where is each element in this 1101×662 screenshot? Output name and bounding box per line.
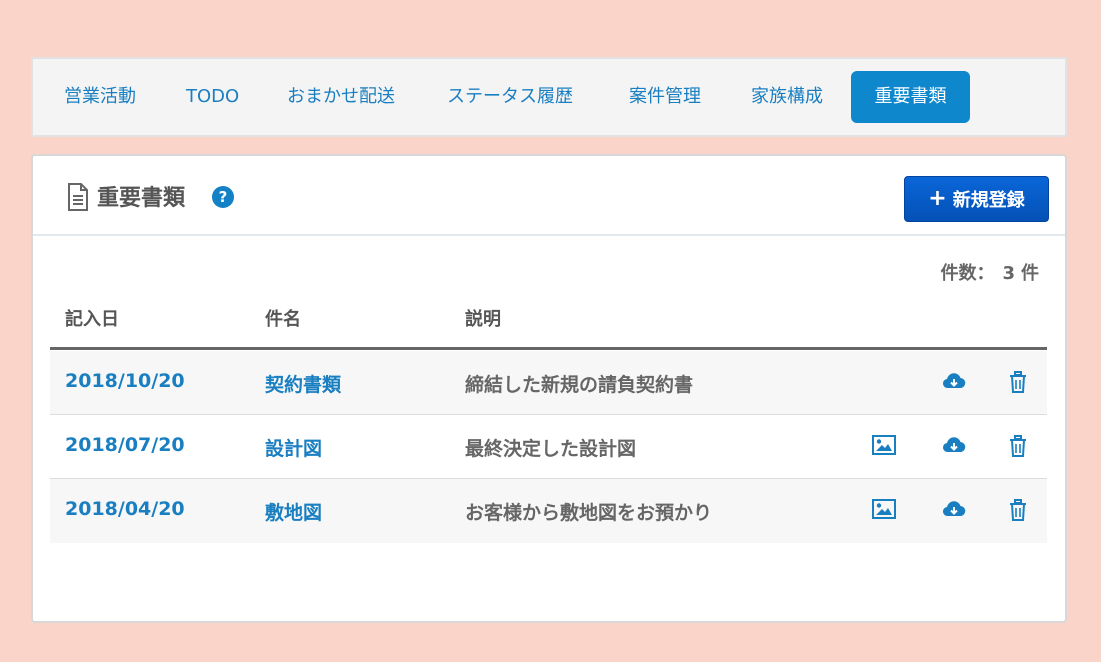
- tab-todo[interactable]: TODO: [165, 71, 260, 123]
- cloud-download-icon[interactable]: [942, 371, 966, 393]
- new-registration-label: 新規登録: [952, 190, 1025, 211]
- column-header-date: 記入日: [65, 309, 119, 330]
- count-value: 3: [1002, 263, 1015, 284]
- cloud-download-icon[interactable]: [942, 435, 966, 457]
- documents-panel: 重要書類 ? + 新規登録 件数： 3 件 記入日 件名 説明 2018/10/20…: [31, 154, 1067, 623]
- tab-project-management[interactable]: 案件管理: [608, 71, 722, 123]
- count-label: 件数：: [940, 263, 995, 284]
- column-header-description: 説明: [465, 309, 501, 330]
- tab-family-structure[interactable]: 家族構成: [730, 71, 844, 123]
- image-icon[interactable]: [872, 499, 896, 521]
- tab-bar: 営業活動 TODO おまかせ配送 ステータス履歴 案件管理 家族構成 重要書類: [31, 57, 1067, 137]
- table-header: 記入日 件名 説明: [50, 294, 1047, 350]
- row-date[interactable]: 2018/10/20: [65, 370, 185, 392]
- row-date[interactable]: 2018/07/20: [65, 434, 185, 456]
- record-count: 件数： 3 件: [940, 259, 1039, 285]
- trash-icon[interactable]: [1008, 435, 1032, 457]
- row-subject-link[interactable]: 設計図: [265, 434, 322, 461]
- trash-icon[interactable]: [1008, 371, 1032, 393]
- row-date[interactable]: 2018/04/20: [65, 498, 185, 520]
- panel-header: 重要書類 ? + 新規登録: [33, 156, 1065, 236]
- table-row: 2018/04/20 敷地図 お客様から敷地図をお預かり: [50, 479, 1047, 543]
- column-header-subject: 件名: [265, 309, 301, 330]
- tab-important-documents[interactable]: 重要書類: [851, 71, 970, 123]
- tab-sales-activity[interactable]: 営業活動: [43, 71, 157, 123]
- tab-status-history[interactable]: ステータス履歴: [426, 71, 594, 123]
- image-icon[interactable]: [872, 435, 896, 457]
- row-description: 最終決定した設計図: [465, 438, 637, 460]
- trash-icon[interactable]: [1008, 499, 1032, 521]
- plus-icon: +: [928, 186, 947, 211]
- row-description: お客様から敷地図をお預かり: [465, 502, 713, 524]
- document-icon: [67, 183, 89, 211]
- table-row: 2018/10/20 契約書類 締結した新規の請負契約書: [50, 351, 1047, 415]
- table-row: 2018/07/20 設計図 最終決定した設計図: [50, 415, 1047, 479]
- row-description: 締結した新規の請負契約書: [465, 374, 694, 396]
- row-subject-link[interactable]: 敷地図: [265, 498, 322, 525]
- page-title: 重要書類: [97, 186, 186, 211]
- count-unit: 件: [1021, 263, 1039, 284]
- tab-omakase-delivery[interactable]: おまかせ配送: [266, 71, 416, 123]
- question-circle-icon[interactable]: ?: [212, 186, 234, 208]
- new-registration-button[interactable]: + 新規登録: [904, 176, 1049, 222]
- cloud-download-icon[interactable]: [942, 499, 966, 521]
- row-subject-link[interactable]: 契約書類: [265, 370, 341, 397]
